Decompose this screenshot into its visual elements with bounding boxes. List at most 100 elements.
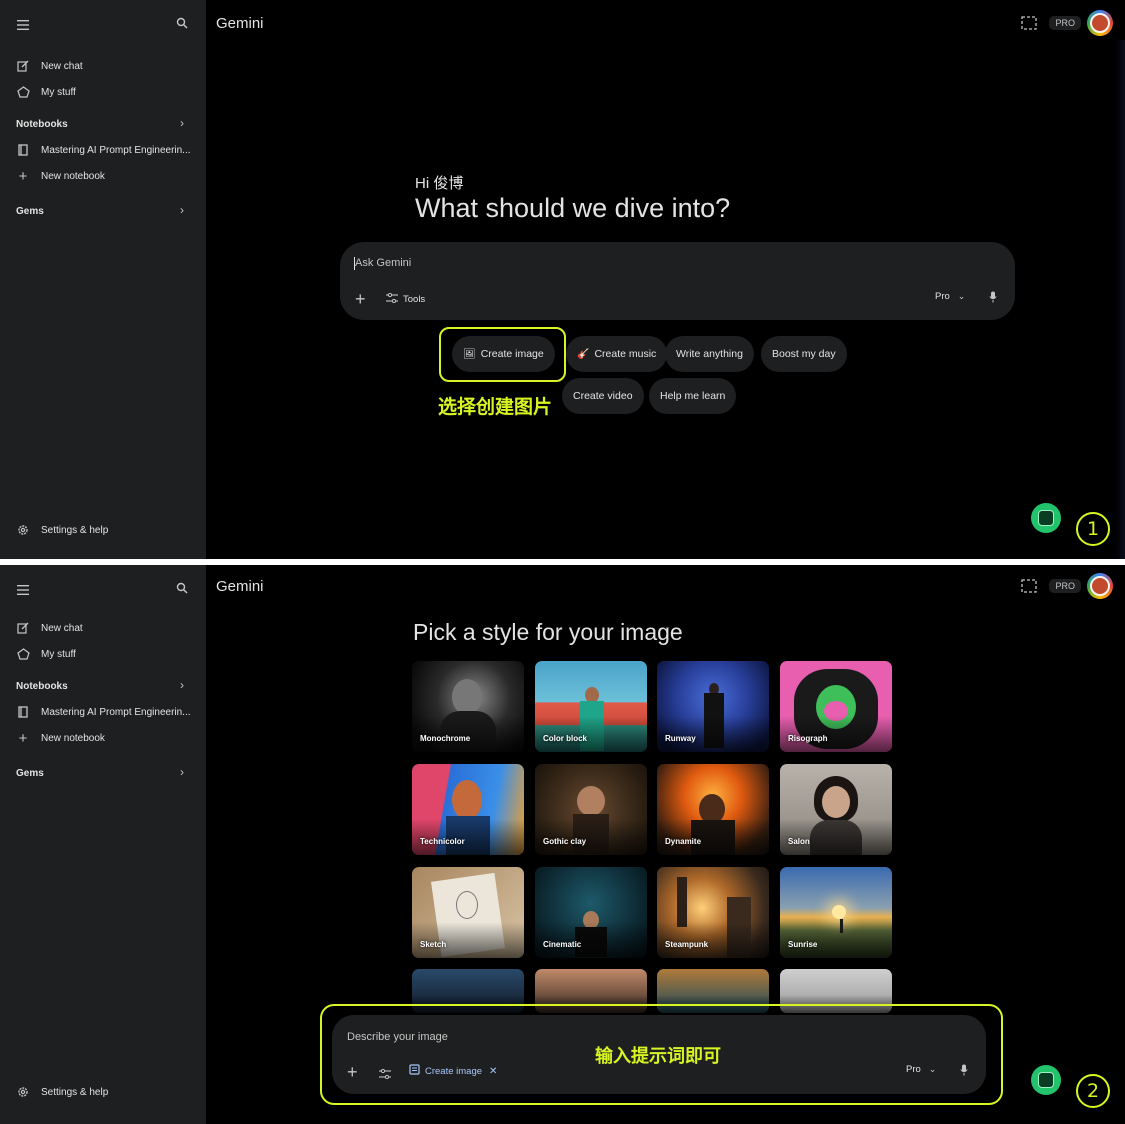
chip-label: Create image (480, 348, 544, 360)
close-icon[interactable]: ✕ (489, 1066, 497, 1077)
plus-icon: + (18, 167, 28, 185)
chip-boost-my-day[interactable]: Boost my day (761, 336, 847, 372)
mic-icon[interactable] (989, 290, 997, 308)
pro-badge: PRO (1049, 16, 1081, 30)
tile-label: Gothic clay (543, 837, 587, 846)
plus-icon[interactable]: + (355, 290, 366, 308)
chip-label: Boost my day (772, 348, 836, 360)
sidebar-item-my-stuff[interactable]: My stuff (16, 644, 76, 664)
sidebar-item-notebook[interactable]: Mastering AI Prompt Engineerin... (16, 702, 191, 722)
sidebar-item-label: New notebook (41, 170, 105, 182)
sidebar-item-label: New chat (41, 60, 83, 72)
tile-label: Salon (788, 837, 810, 846)
mic-icon[interactable] (960, 1063, 968, 1081)
styles-title: Pick a style for your image (413, 619, 683, 645)
sidebar-item-new-notebook[interactable]: + New notebook (16, 166, 105, 186)
tile-label: Technicolor (420, 837, 465, 846)
chip-create-video[interactable]: Create video (562, 378, 644, 414)
style-tile-salon[interactable]: Salon (780, 764, 892, 855)
avatar[interactable] (1087, 573, 1113, 599)
tile-label: Cinematic (543, 940, 582, 949)
sidebar-item-notebook[interactable]: Mastering AI Prompt Engineerin... (16, 140, 191, 160)
notebooks-header[interactable]: Notebooks (16, 681, 68, 692)
sidebar-item-label: New notebook (41, 732, 105, 744)
app-title[interactable]: Gemini (216, 578, 264, 595)
describe-input-box[interactable]: Describe your image + Create image ✕ Pro… (332, 1015, 986, 1094)
floating-action-button[interactable] (1031, 503, 1061, 533)
edit-icon (16, 621, 30, 635)
style-tile-runway[interactable]: Runway (657, 661, 769, 752)
chip-write-anything[interactable]: Write anything (665, 336, 754, 372)
floating-action-button[interactable] (1031, 1065, 1061, 1095)
style-tile-sunrise[interactable]: Sunrise (780, 867, 892, 958)
screen-image-styles: New chat My stuff Notebooks › Mastering … (0, 565, 1125, 1124)
model-selector[interactable]: Pro ⌄ (906, 1064, 936, 1075)
scrollbar-edge (1115, 40, 1125, 559)
chip-create-music[interactable]: 🎸 Create music (566, 336, 668, 372)
model-label: Pro (906, 1064, 921, 1075)
notebook-icon (16, 143, 30, 157)
style-tile-color-block[interactable]: Color block (535, 661, 647, 752)
style-tile-gothic-clay[interactable]: Gothic clay (535, 764, 647, 855)
notebooks-header[interactable]: Notebooks (16, 119, 68, 130)
style-tile-cinematic[interactable]: Cinematic (535, 867, 647, 958)
style-tile-steampunk[interactable]: Steampunk (657, 867, 769, 958)
search-icon[interactable] (176, 16, 188, 34)
chip-label: Create music (594, 348, 657, 360)
music-icon: 🎸 (577, 348, 590, 360)
chip-label: Create video (573, 390, 633, 402)
tile-label: Steampunk (665, 940, 709, 949)
step-badge: 1 (1076, 512, 1110, 546)
sidebar-item-label: My stuff (41, 648, 76, 660)
style-tile-dynamite[interactable]: Dynamite (657, 764, 769, 855)
menu-icon[interactable] (17, 582, 29, 600)
sidebar-item-new-chat[interactable]: New chat (16, 56, 83, 76)
screen-home: New chat My stuff Notebooks › Mastering … (0, 0, 1125, 559)
gems-header[interactable]: Gems (16, 768, 44, 779)
prompt-input[interactable]: Ask Gemini (353, 257, 411, 270)
sidebar-item-settings[interactable]: Settings & help (16, 520, 108, 540)
sidebar-item-settings[interactable]: Settings & help (16, 1082, 108, 1102)
chip-help-me-learn[interactable]: Help me learn (649, 378, 737, 414)
share-screen-icon[interactable] (1021, 16, 1038, 30)
chevron-right-icon[interactable]: › (180, 116, 184, 130)
gear-icon (16, 523, 30, 537)
greeting-question: What should we dive into? (415, 193, 731, 223)
annotation-text: 输入提示词即可 (595, 1046, 721, 1067)
edit-icon (16, 59, 30, 73)
sidebar-item-new-chat[interactable]: New chat (16, 618, 83, 638)
sidebar-item-label: Settings & help (41, 524, 109, 536)
sidebar-item-label: Settings & help (41, 1086, 109, 1098)
tools-icon[interactable] (379, 1066, 391, 1084)
stuff-icon (16, 647, 30, 661)
gear-icon (16, 1085, 30, 1099)
search-icon[interactable] (176, 581, 188, 599)
sidebar-item-my-stuff[interactable]: My stuff (16, 82, 76, 102)
tile-label: Color block (543, 734, 588, 743)
describe-input[interactable]: Describe your image (347, 1031, 448, 1043)
chevron-right-icon[interactable]: › (180, 678, 184, 692)
chevron-right-icon[interactable]: › (180, 203, 184, 217)
sidebar-item-label: Mastering AI Prompt Engineerin... (41, 144, 191, 156)
share-screen-icon[interactable] (1021, 579, 1038, 593)
tile-label: Sunrise (788, 940, 818, 949)
plus-icon[interactable]: + (347, 1063, 358, 1081)
style-tile-monochrome[interactable]: Monochrome (412, 661, 524, 752)
gems-header[interactable]: Gems (16, 206, 44, 217)
prompt-input-box[interactable]: Ask Gemini + Tools Pro ⌄ (340, 242, 1015, 320)
model-label: Pro (935, 291, 950, 302)
tools-button[interactable]: Tools (386, 292, 425, 306)
avatar[interactable] (1087, 10, 1113, 36)
style-tile-sketch[interactable]: Sketch (412, 867, 524, 958)
style-tile-technicolor[interactable]: Technicolor (412, 764, 524, 855)
style-tile-risograph[interactable]: Risograph (780, 661, 892, 752)
chevron-right-icon[interactable]: › (180, 765, 184, 779)
greeting: Hi 俊博 (415, 175, 464, 192)
menu-icon[interactable] (17, 17, 29, 35)
sidebar-item-new-notebook[interactable]: + New notebook (16, 728, 105, 748)
app-title[interactable]: Gemini (216, 15, 264, 32)
tools-icon (386, 292, 398, 306)
chip-create-image[interactable]: 🖼 Create image (452, 336, 555, 372)
create-image-chip[interactable]: Create image ✕ (409, 1064, 497, 1078)
model-selector[interactable]: Pro ⌄ (935, 291, 965, 302)
